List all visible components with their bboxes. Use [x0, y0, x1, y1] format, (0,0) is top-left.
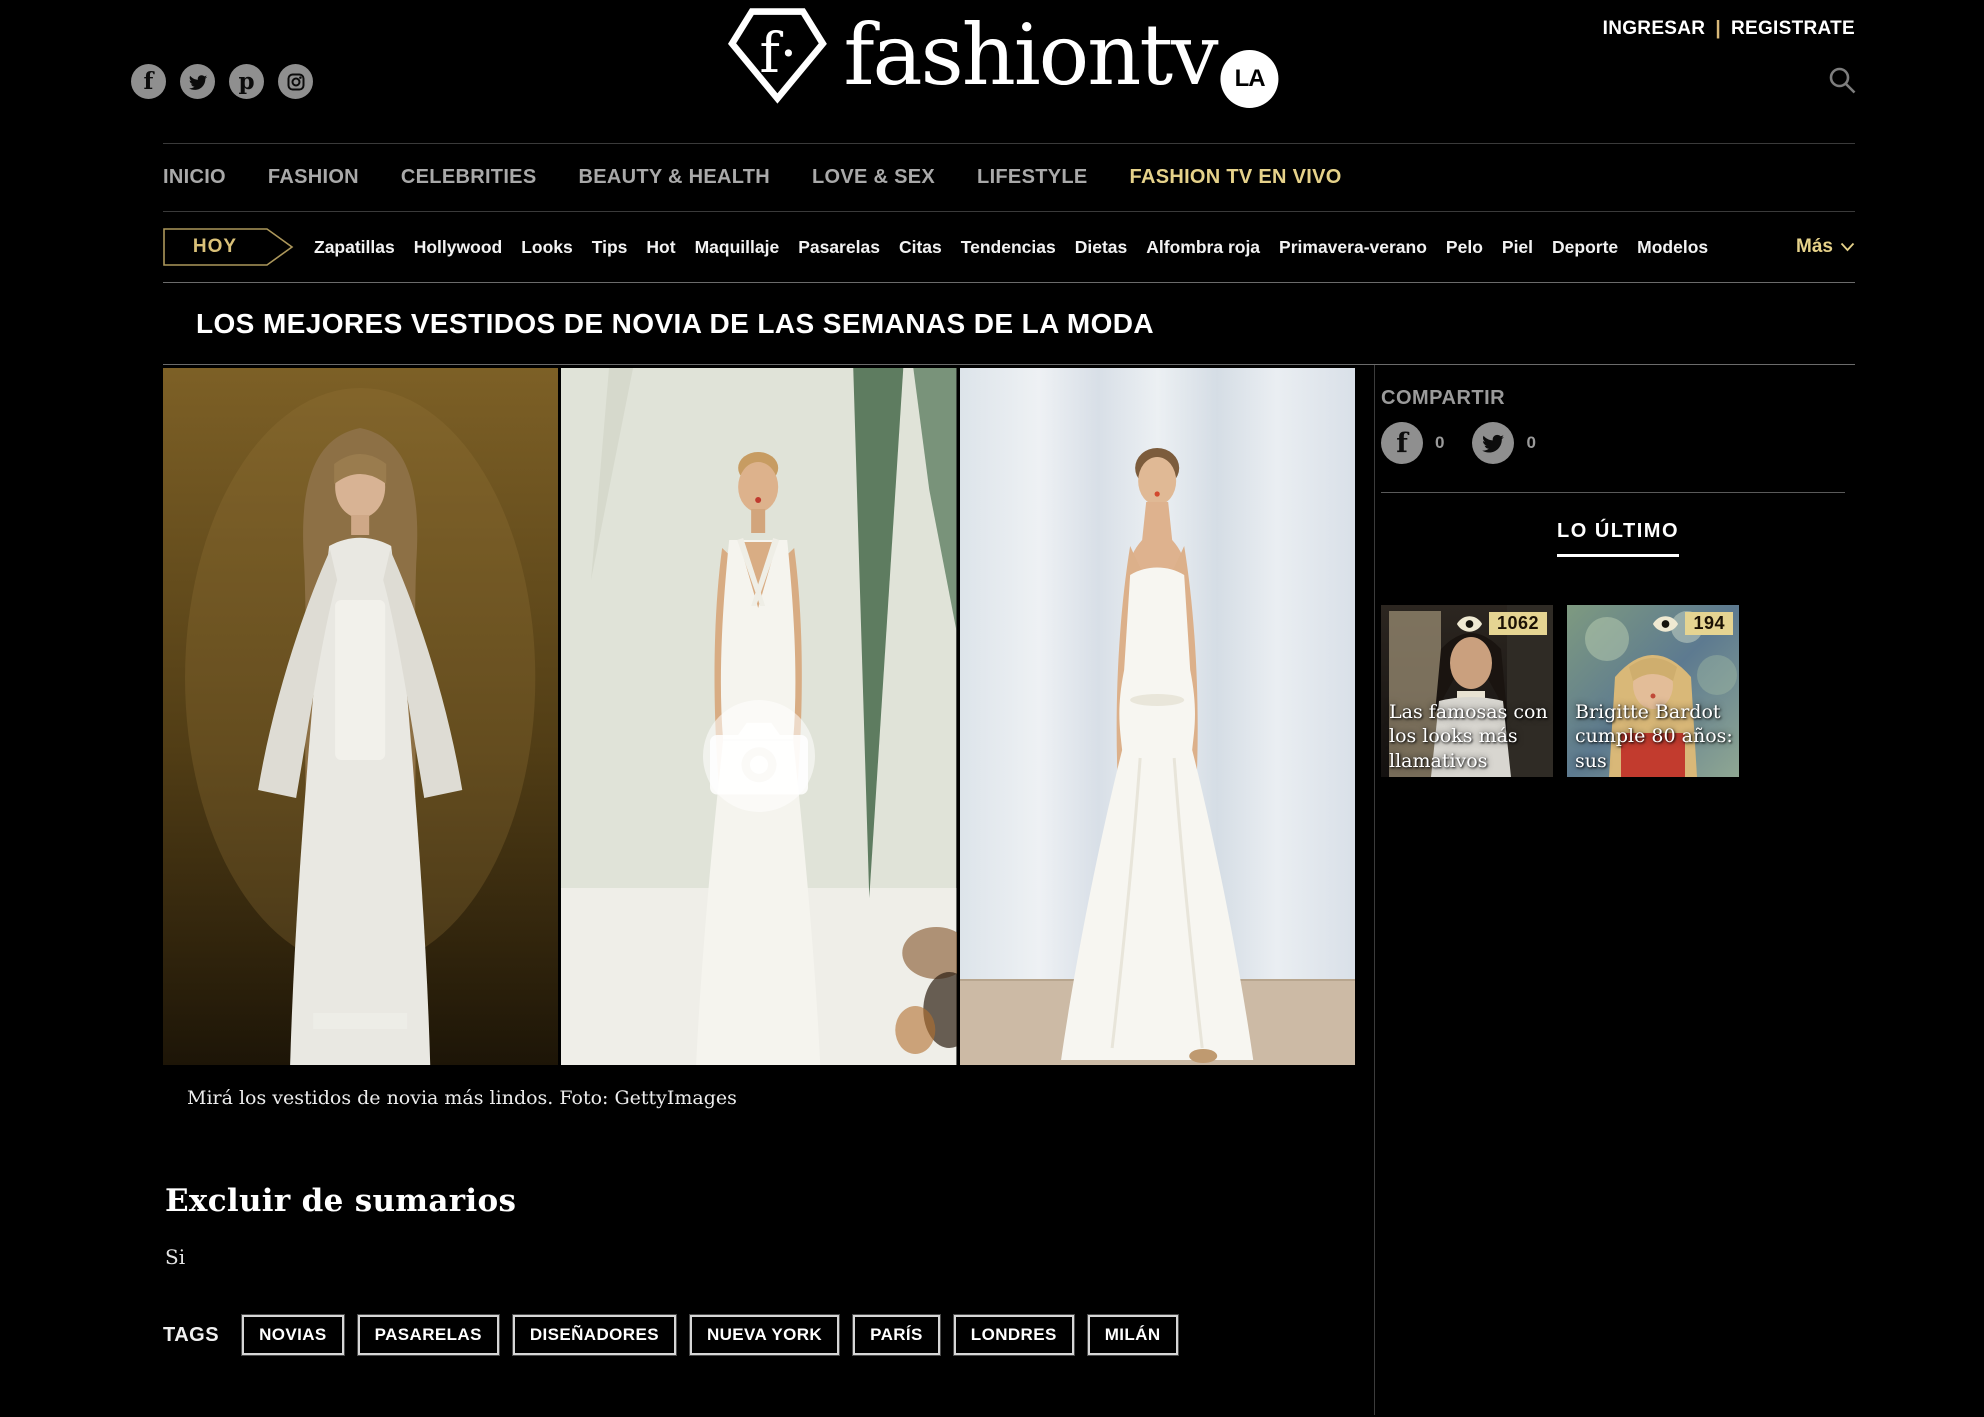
logo-wordmark: fashiontv [843, 4, 1216, 106]
twitter-share-icon[interactable] [1472, 422, 1514, 464]
topic-item-hollywood[interactable]: Hollywood [414, 237, 502, 258]
article-main-column: Mirá los vestidos de novia más lindos. F… [163, 365, 1355, 1415]
views-badge: 194 [1652, 612, 1733, 635]
views-badge: 1062 [1456, 612, 1547, 635]
topic-item-dietas[interactable]: Dietas [1075, 237, 1128, 258]
runway-photo-3 [960, 368, 1355, 1065]
main-nav-item-fashion[interactable]: FASHION [268, 166, 359, 189]
logo-mark: f· [759, 21, 797, 85]
tags-row: TAGS NOVIAS PASARELAS DISEÑADORES NUEVA … [163, 1315, 1355, 1355]
photo-gallery [163, 368, 1355, 1065]
topic-item-piel[interactable]: Piel [1502, 237, 1533, 258]
latest-item-title: Las famosas con los looks más llamativos [1389, 700, 1553, 773]
auth-separator: | [1715, 18, 1721, 40]
more-menu-button[interactable]: Más [1796, 236, 1855, 258]
main-nav-item-celebrities[interactable]: CELEBRITIES [401, 166, 537, 189]
topic-item-primavera-verano[interactable]: Primavera-verano [1279, 237, 1427, 258]
tag-paris[interactable]: PARÍS [853, 1315, 940, 1355]
topic-item-hot[interactable]: Hot [646, 237, 675, 258]
topic-nav: HOY Zapatillas Hollywood Looks Tips Hot … [0, 212, 1984, 282]
main-nav-item-fashion-tv-en-vivo[interactable]: FASHION TV EN VIVO [1130, 166, 1342, 189]
pinterest-icon[interactable]: p [229, 64, 264, 99]
main-nav-item-lifestyle[interactable]: LIFESTYLE [977, 166, 1087, 189]
twitter-icon[interactable] [180, 64, 215, 99]
topic-item-looks[interactable]: Looks [521, 237, 573, 258]
article-heading: Excluir de sumarios [165, 1183, 1355, 1219]
topic-item-tips[interactable]: Tips [592, 237, 628, 258]
page-title: LOS MEJORES VESTIDOS DE NOVIA DE LAS SEM… [196, 308, 1154, 340]
topic-item-modelos[interactable]: Modelos [1637, 237, 1708, 258]
sidebar-divider [1381, 492, 1845, 493]
tag-nueva-york[interactable]: NUEVA YORK [690, 1315, 839, 1355]
runway-photo-1 [163, 368, 558, 1065]
topic-item-pasarelas[interactable]: Pasarelas [798, 237, 880, 258]
facebook-share-count: 0 [1435, 433, 1444, 453]
gallery-photo-strapless-gown[interactable] [960, 368, 1355, 1065]
facebook-glyph: f [144, 70, 154, 93]
tag-disenadores[interactable]: DISEÑADORES [513, 1315, 676, 1355]
topic-item-alfombra-roja[interactable]: Alfombra roja [1146, 237, 1260, 258]
site-logo[interactable]: f· fashiontv LA [725, 4, 1278, 108]
logo-region-badge: LA [1221, 50, 1279, 108]
hoy-badge[interactable]: HOY [163, 228, 295, 266]
social-links: f p [131, 64, 313, 99]
auth-links: INGRESAR | REGISTRATE [1603, 18, 1855, 40]
topic-item-maquillaje[interactable]: Maquillaje [695, 237, 780, 258]
site-header: f p f· fashiontv LA INGRESAR | REGISTRAT… [0, 0, 1984, 143]
latest-item-bardot[interactable]: 194 Brigitte Bardot cumple 80 años: sus [1567, 605, 1739, 777]
facebook-share-icon[interactable]: f [1381, 422, 1423, 464]
camera-overlay [703, 700, 815, 812]
gallery-photo-boho-dress[interactable] [163, 368, 558, 1065]
sidebar: COMPARTIR f 0 0 LO ÚLTIMO [1374, 365, 1855, 1415]
hoy-label: HOY [163, 228, 267, 266]
photo-caption: Mirá los vestidos de novia más lindos. F… [187, 1087, 1355, 1109]
topic-item-pelo[interactable]: Pelo [1446, 237, 1483, 258]
register-link[interactable]: REGISTRATE [1731, 18, 1855, 40]
tag-londres[interactable]: LONDRES [954, 1315, 1074, 1355]
topic-item-tendencias[interactable]: Tendencias [961, 237, 1056, 258]
latest-items: 1062 Las famosas con los looks más llama… [1381, 605, 1855, 777]
tag-pasarelas[interactable]: PASARELAS [358, 1315, 499, 1355]
latest-title-underline [1557, 554, 1679, 557]
topic-item-deporte[interactable]: Deporte [1552, 237, 1618, 258]
latest-section-title: LO ÚLTIMO [1381, 520, 1855, 543]
main-nav-item-inicio[interactable]: INICIO [163, 166, 226, 189]
main-nav: INICIO FASHION CELEBRITIES BEAUTY & HEAL… [0, 143, 1984, 212]
views-count: 194 [1685, 612, 1733, 635]
main-nav-item-beauty-health[interactable]: BEAUTY & HEALTH [578, 166, 770, 189]
tag-milan[interactable]: MILÁN [1088, 1315, 1178, 1355]
search-icon[interactable] [1826, 64, 1858, 101]
topic-item-citas[interactable]: Citas [899, 237, 942, 258]
twitter-share-count: 0 [1526, 433, 1535, 453]
eye-icon [1652, 615, 1679, 633]
instagram-glyph [286, 72, 306, 92]
tag-novias[interactable]: NOVIAS [242, 1315, 344, 1355]
topic-item-zapatillas[interactable]: Zapatillas [314, 237, 395, 258]
login-link[interactable]: INGRESAR [1603, 18, 1706, 40]
main-nav-item-love-sex[interactable]: LOVE & SEX [812, 166, 935, 189]
latest-item-title: Brigitte Bardot cumple 80 años: sus [1575, 700, 1739, 773]
instagram-icon[interactable] [278, 64, 313, 99]
facebook-glyph: f [1396, 430, 1408, 457]
pinterest-glyph: p [238, 70, 254, 93]
share-label: COMPARTIR [1381, 387, 1855, 410]
latest-item-famosas[interactable]: 1062 Las famosas con los looks más llama… [1381, 605, 1553, 777]
more-label: Más [1796, 236, 1833, 258]
share-buttons: f 0 0 [1381, 422, 1855, 464]
gallery-photo-v-neck-gown[interactable] [561, 368, 956, 1065]
article-body-text: Si [165, 1245, 1355, 1269]
views-count: 1062 [1489, 612, 1547, 635]
diamond-logo-icon: f· [725, 4, 829, 106]
twitter-bird-glyph [188, 72, 208, 92]
twitter-bird-glyph [1481, 431, 1505, 455]
camera-icon [703, 700, 815, 812]
chevron-down-icon [1840, 242, 1855, 252]
eye-icon [1456, 615, 1483, 633]
tags-label: TAGS [163, 1324, 219, 1347]
facebook-icon[interactable]: f [131, 64, 166, 99]
article-title-bar: LOS MEJORES VESTIDOS DE NOVIA DE LAS SEM… [163, 282, 1855, 365]
